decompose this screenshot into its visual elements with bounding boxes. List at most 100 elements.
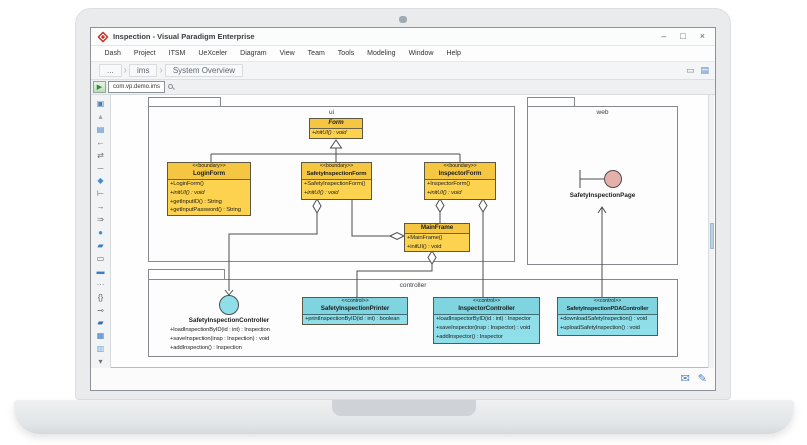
breadcrumb-more[interactable]: ... [99,64,122,77]
feedback-icon[interactable]: ✎ [698,373,707,385]
class-stereotype: <<boundary>> [168,163,250,170]
class-operation: +getInputPassword() : String [168,206,250,215]
search-icon[interactable] [168,84,175,91]
ellipsis-icon: ⋯ [94,278,108,291]
control-label-safetyinspectioncontroller[interactable]: SafetyInspectionController [159,317,299,324]
chevron-right-icon: › [159,65,162,76]
class-name: InspectorForm [425,170,495,178]
chart-tool-icon[interactable]: ▥ [94,342,108,355]
scrollbar-thumb[interactable] [710,223,714,249]
scroll-up-icon[interactable]: ▴ [94,110,108,123]
menu-dash[interactable]: Dash [98,50,127,57]
usecase-tool-icon[interactable]: ● [94,226,108,239]
class-operation: +initUI() : void [310,129,362,138]
visual-paradigm-logo-icon [97,31,108,42]
class-inspectorcontroller[interactable]: <<control>> InspectorController +loadIns… [433,297,540,344]
window-title: Inspection - Visual Paradigm Enterprise [113,32,255,41]
class-operation: +initUI() : void [168,189,250,198]
class-stereotype: <<boundary>> [425,163,495,170]
constraint-tool-icon[interactable]: {} [94,291,108,304]
class-operation: +SafetyInspectionForm() [302,180,371,189]
menu-tools[interactable]: Tools [331,50,360,57]
vertical-scrollbar[interactable] [708,95,714,368]
class-stereotype: <<boundary>> [302,163,371,170]
class-name: InspectorController [434,305,539,313]
breadcrumb-ims[interactable]: ims [129,64,157,77]
anchor-tool-icon[interactable]: ⇄ [94,149,108,162]
class-operation: +addInspector() : Inspector [434,333,539,342]
maximize-button[interactable]: □ [680,32,685,41]
screenshot-stage: Inspection - Visual Paradigm Enterprise … [0,0,807,445]
tool-palette: ▣ ▴ ▤ ← ⇄ ─ ◆ ⊢ → ⇒ ● ▰ ▭ ▬ ⋯ {} ⊸ ▰ ▦ ▥… [91,95,111,368]
class-name: MainFrame [405,224,469,232]
menu-diagram[interactable]: Diagram [234,50,273,57]
class-operation: +initUI() : void [425,189,495,198]
class-inspectorform[interactable]: <<boundary>> InspectorForm +InspectorFor… [424,162,496,200]
model-tool-icon[interactable]: ▰ [94,316,108,329]
class-operation: +getInputID() : String [168,198,250,207]
frame-tool-icon[interactable]: ▭ [94,252,108,265]
play-icon: ▶ [97,84,102,91]
title-bar: Inspection - Visual Paradigm Enterprise … [91,28,715,46]
menu-view[interactable]: View [273,50,301,57]
class-operation: +downloadSafetyInspection() : void [558,315,657,324]
breadcrumb-system-overview[interactable]: System Overview [165,64,243,77]
minimize-button[interactable]: – [661,32,666,41]
boundary-tool-icon[interactable]: ⊢ [94,187,108,200]
fit-frame-icon[interactable]: ▭ [686,65,695,76]
class-operation: +initUI() : void [405,243,469,252]
class-mainframe[interactable]: MainFrame +MainFrame() +initUI() : void [404,223,470,252]
class-tool-icon[interactable]: ▬ [94,265,108,278]
package-web[interactable] [527,106,678,265]
line-tool-icon[interactable]: ─ [94,162,108,175]
panel-icon[interactable]: ▤ [700,65,709,76]
class-name: LoginForm [168,170,250,178]
menu-uexceler[interactable]: UeXceler [192,50,234,57]
diagram-tab-row: ▶ com.vp.demo.ims [91,80,715,95]
class-form[interactable]: Form +initUI() : void [309,118,363,139]
control-operations-safetyinspectioncontroller: +loadInspectionByID(id : int) : Inspecti… [170,326,302,353]
note-tool-icon[interactable]: ▤ [94,123,108,136]
close-button[interactable]: × [700,32,705,41]
class-safetyinspectionprinter[interactable]: <<control>> SafetyInspectionPrinter +pri… [302,297,408,325]
interface-tool-icon[interactable]: ⊸ [94,304,108,317]
cursor-tool-icon[interactable]: ▣ [94,97,108,110]
decision-tool-icon[interactable]: ◆ [94,174,108,187]
class-operation: +saveInspection(insp : Inspection) : voi… [170,335,302,344]
class-name: SafetyInspectionPrinter [303,305,407,313]
status-bar: ✉ ✎ [91,368,715,390]
menu-bar: Dash Project ITSM UeXceler Diagram View … [91,46,715,62]
class-operation: +addInspection() : Inspection [170,344,302,353]
class-operation: +initUI() : void [302,189,371,198]
menu-window[interactable]: Window [402,50,440,57]
run-button[interactable]: ▶ [93,81,106,93]
class-name: Form [310,119,362,127]
more-tools-icon[interactable]: ▾ [94,355,108,368]
class-operation: +printInspectionByID(id : int) : boolean [303,315,407,324]
laptop-notch [332,400,476,416]
package-ui-label: ui [148,109,515,116]
class-stereotype: <<control>> [434,298,539,305]
menu-help[interactable]: Help [440,50,467,57]
email-icon[interactable]: ✉ [681,373,690,385]
menu-modeling[interactable]: Modeling [361,50,402,57]
class-operation: +uploadSafetyInspection() : void [558,324,657,333]
grid-tool-icon[interactable]: ▦ [94,329,108,342]
chevron-right-icon: › [124,65,127,76]
class-safetyinspectionform[interactable]: <<boundary>> SafetyInspectionForm +Safet… [301,162,372,200]
class-operation: +saveInspector(insp : Inspector) : void [434,324,539,333]
boundary-label-safetyinspectionpage[interactable]: SafetyInspectionPage [552,192,653,199]
menu-itsm[interactable]: ITSM [162,50,192,57]
menu-project[interactable]: Project [127,50,162,57]
directed-association-tool-icon[interactable]: ⇒ [94,213,108,226]
class-loginform[interactable]: <<boundary>> LoginForm +LoginForm() +ini… [167,162,251,216]
package-tool-icon[interactable]: ▰ [94,239,108,252]
containment-tool-icon[interactable]: ← [94,136,108,149]
class-operation: +loadInspectorByID(id : int) : Inspector [434,315,539,324]
class-operation: +LoginForm() [168,180,250,189]
association-tool-icon[interactable]: → [94,200,108,213]
package-controller-label: controller [148,282,678,289]
diagram-tab[interactable]: com.vp.demo.ims [108,81,165,93]
menu-team[interactable]: Team [301,50,331,57]
class-safetyinspectionpdacontroller[interactable]: <<control>> SafetyInspectionPDAControlle… [557,297,658,336]
